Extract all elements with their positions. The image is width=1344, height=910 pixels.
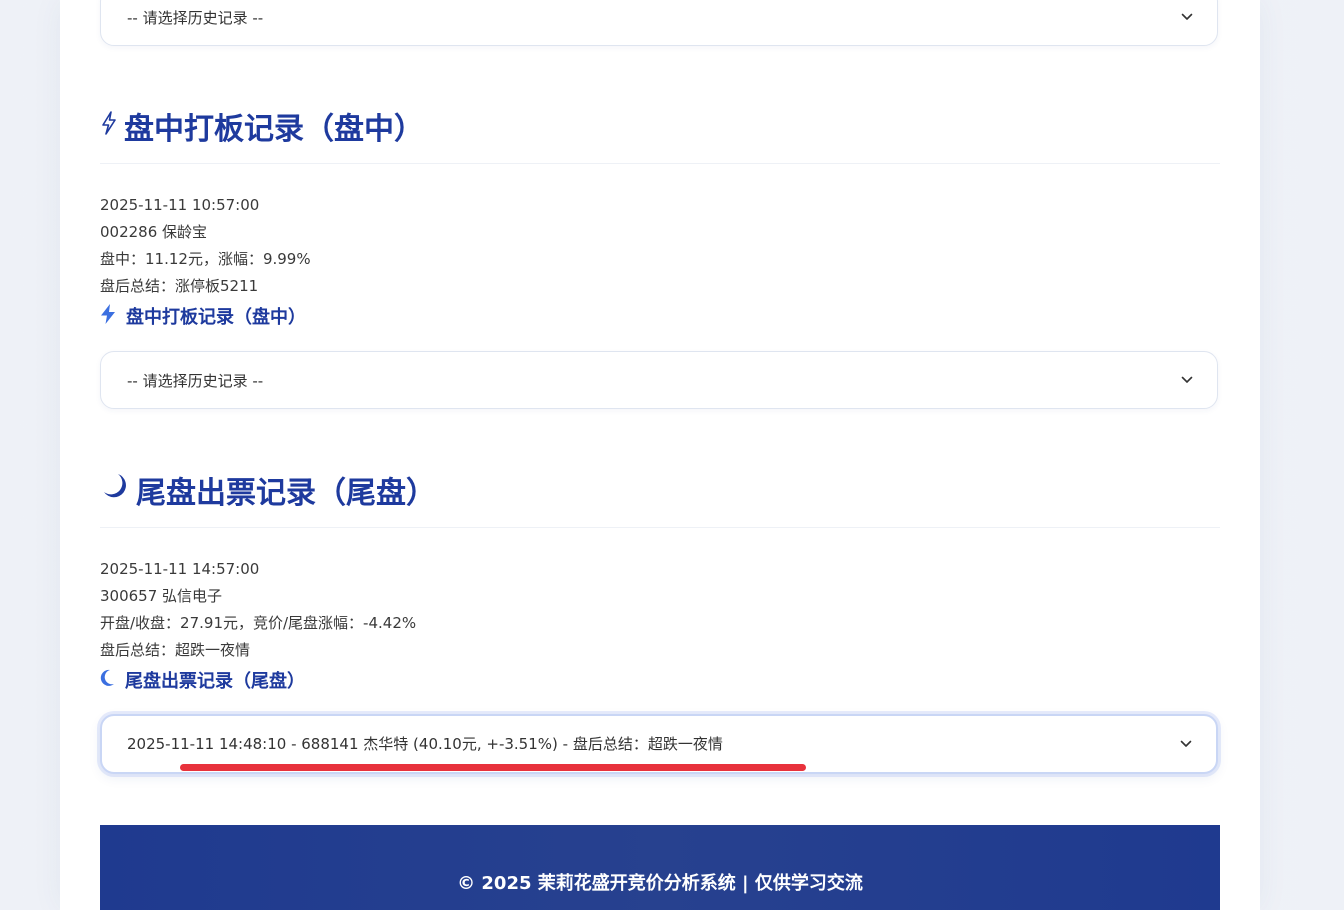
intraday-record-time: 2025-11-11 10:57:00 — [100, 196, 260, 214]
intraday-history-select-value: -- 请选择历史记录 -- — [127, 372, 264, 390]
closing-history-label-text: 尾盘出票记录（尾盘） — [125, 671, 305, 692]
page-footer: © 2025 茉莉花盛开竞价分析系统 | 仅供学习交流 — [100, 825, 1220, 910]
intraday-record-summary: 盘后总结：涨停板5211 — [100, 277, 259, 295]
chevron-down-icon — [1181, 376, 1193, 383]
closing-record: 2025-11-11 14:57:00 300657 弘信电子 开盘/收盘：27… — [100, 556, 416, 664]
intraday-history-label-text: 盘中打板记录（盘中） — [126, 307, 306, 328]
lightning-icon — [100, 303, 116, 329]
closing-divider — [100, 527, 1220, 528]
intraday-record-price: 盘中：11.12元，涨幅：9.99% — [100, 250, 311, 268]
top-history-select[interactable]: -- 请选择历史记录 -- — [100, 0, 1218, 46]
intraday-section-title-text: 盘中打板记录（盘中） — [124, 112, 424, 147]
intraday-record: 2025-11-11 10:57:00 002286 保龄宝 盘中：11.12元… — [100, 192, 311, 300]
closing-record-summary: 盘后总结：超跌一夜情 — [100, 641, 251, 659]
closing-record-stock: 300657 弘信电子 — [100, 587, 223, 605]
intraday-section-title: 盘中打板记录（盘中） — [100, 104, 424, 148]
lightning-icon — [100, 109, 118, 144]
page-container: -- 请选择历史记录 -- 盘中打板记录（盘中） 2025-11-11 10:5… — [60, 0, 1260, 910]
closing-record-time: 2025-11-11 14:57:00 — [100, 560, 260, 578]
closing-section-title: 尾盘出票记录（尾盘） — [100, 468, 436, 512]
moon-icon — [100, 669, 115, 692]
top-history-select-value: -- 请选择历史记录 -- — [127, 9, 264, 27]
closing-section-title-text: 尾盘出票记录（尾盘） — [136, 476, 436, 511]
intraday-record-stock: 002286 保龄宝 — [100, 223, 208, 241]
footer-copyright: © 2025 茉莉花盛开竞价分析系统 | 仅供学习交流 — [457, 873, 863, 894]
moon-icon — [100, 471, 130, 509]
intraday-history-select[interactable]: -- 请选择历史记录 -- — [100, 351, 1218, 409]
closing-history-select[interactable]: 2025-11-11 14:48:10 - 688141 杰华特 (40.10元… — [100, 714, 1218, 774]
chevron-down-icon — [1181, 13, 1193, 20]
closing-record-price: 开盘/收盘：27.91元，竞价/尾盘涨幅：-4.42% — [100, 614, 417, 632]
chevron-down-icon — [1180, 740, 1192, 747]
intraday-divider — [100, 163, 1220, 164]
highlight-underline — [180, 764, 806, 771]
closing-history-label: 尾盘出票记录（尾盘） — [100, 667, 305, 693]
intraday-history-label: 盘中打板记录（盘中） — [100, 303, 306, 329]
